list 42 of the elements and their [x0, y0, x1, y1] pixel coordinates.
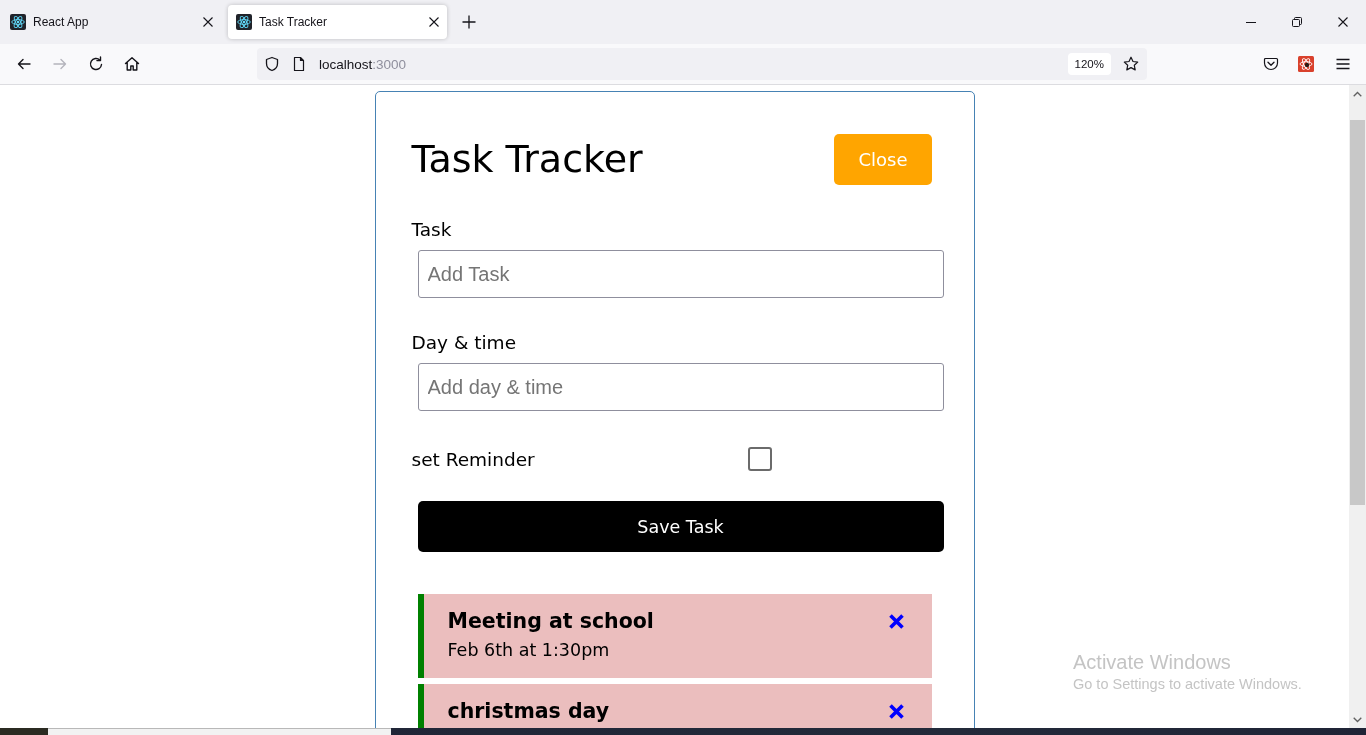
close-icon[interactable]: [429, 17, 439, 27]
task-date: Feb 6th at 1:30pm: [447, 639, 611, 662]
activation-notice-text: Go to Settings to activate Windows.: [1073, 675, 1302, 694]
atom-icon: [10, 14, 26, 30]
zoom-button[interactable]: 120%: [1067, 53, 1111, 75]
task-title: christmas day: [447, 698, 610, 725]
close-icon[interactable]: [203, 17, 213, 27]
atom-tile-icon[interactable]: [1298, 56, 1314, 72]
scrollbar[interactable]: [1349, 85, 1366, 728]
field-label: Day & time: [411, 331, 517, 355]
app-title: Task Tracker: [411, 137, 643, 182]
browser-tab[interactable]: React App: [2, 5, 221, 39]
close-icon[interactable]: [1338, 17, 1348, 27]
back-icon[interactable]: [16, 56, 32, 72]
restore-icon[interactable]: [1292, 17, 1302, 27]
field-label: Task: [411, 218, 453, 242]
delete-icon[interactable]: [887, 702, 905, 720]
star-icon[interactable]: [1123, 56, 1139, 72]
home-icon[interactable]: [124, 56, 140, 72]
task-title: Meeting at school: [447, 608, 654, 635]
shield-chevron-icon[interactable]: [1263, 56, 1279, 72]
task-card[interactable]: Meeting at school Feb 6th at 1:30pm: [417, 594, 932, 678]
browser-tab[interactable]: Task Tracker: [228, 5, 447, 39]
reminder-checkbox[interactable]: [748, 447, 773, 471]
atom-icon: [236, 14, 252, 30]
scrollbar-thumb[interactable]: [1350, 120, 1365, 505]
address-field[interactable]: localhost:3000 120%: [257, 48, 1147, 80]
menu-icon[interactable]: [1335, 56, 1351, 72]
scroll-down-icon[interactable]: [1353, 716, 1362, 723]
input-field[interactable]: Add Task: [417, 250, 944, 298]
save-task-button[interactable]: Save Task: [417, 501, 944, 552]
scroll-up-icon[interactable]: [1353, 90, 1362, 97]
delete-icon[interactable]: [887, 612, 905, 630]
task-card[interactable]: christmas day: [417, 684, 932, 728]
shield-icon[interactable]: [264, 56, 280, 72]
page-icon[interactable]: [291, 56, 307, 72]
checkbox-label: set Reminder: [411, 447, 536, 472]
activation-notice-title: Activate Windows: [1073, 651, 1232, 674]
plus-icon[interactable]: [461, 14, 477, 30]
search-field[interactable]: [48, 728, 391, 735]
reload-icon[interactable]: [88, 56, 104, 72]
input-field[interactable]: Add day & time: [417, 363, 944, 411]
